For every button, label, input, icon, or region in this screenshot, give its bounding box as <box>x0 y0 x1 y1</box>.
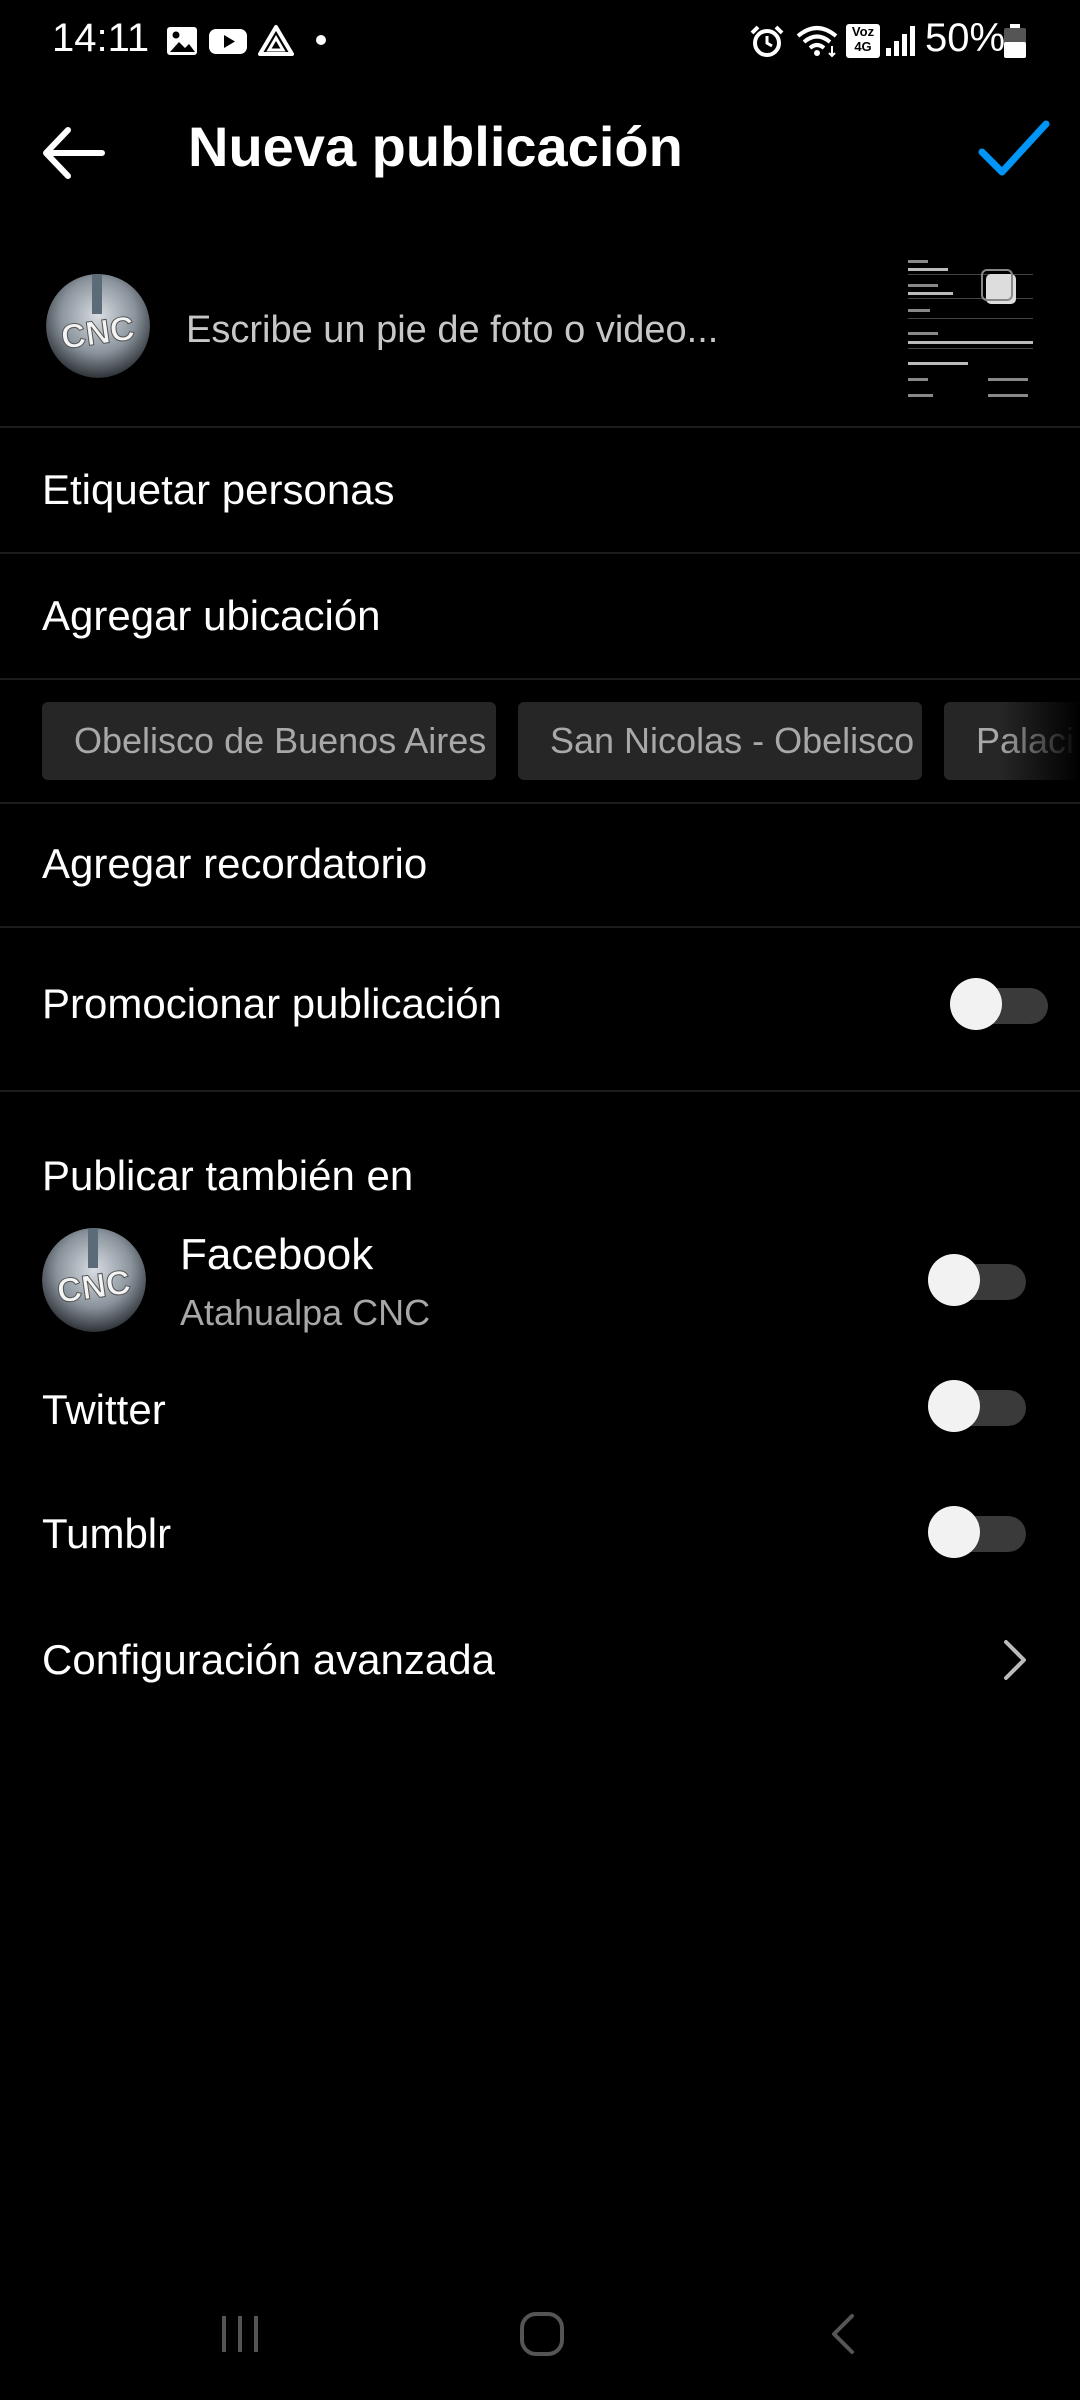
back-arrow-icon[interactable] <box>38 120 108 186</box>
promote-post-label: Promocionar publicación <box>42 980 502 1027</box>
tumblr-label: Tumblr <box>42 1510 172 1557</box>
location-chip[interactable]: Obelisco de Buenos Aires <box>42 702 496 780</box>
profile-avatar: CNC <box>46 274 150 378</box>
twitter-label: Twitter <box>42 1386 166 1433</box>
divider <box>0 426 1080 428</box>
gallery-icon <box>167 27 197 55</box>
battery-percentage: 50% <box>925 16 1006 60</box>
promote-toggle[interactable] <box>950 978 1048 1030</box>
post-thumbnail[interactable] <box>898 254 1038 398</box>
location-chip[interactable]: San Nicolas - Obelisco <box>518 702 922 780</box>
divider <box>0 552 1080 554</box>
share-section-title: Publicar también en <box>42 1152 414 1199</box>
volte-text: Voz <box>851 24 875 39</box>
wifi-icon <box>796 26 838 58</box>
network-type-text: 4G <box>854 39 872 54</box>
home-icon[interactable] <box>518 2310 566 2358</box>
chevron-right-icon[interactable] <box>998 1638 1030 1682</box>
battery-icon <box>1004 24 1026 58</box>
share-check-icon[interactable] <box>978 118 1050 182</box>
advanced-settings-item[interactable]: Configuración avanzada <box>42 1636 495 1684</box>
facebook-account-name: Atahualpa CNC <box>180 1292 431 1333</box>
tag-people-item[interactable]: Etiquetar personas <box>42 466 395 514</box>
alarm-icon <box>750 25 784 57</box>
youtube-icon <box>209 29 247 54</box>
divider <box>0 1090 1080 1092</box>
chip-fade <box>1000 702 1080 780</box>
signal-icon <box>886 26 915 56</box>
drive-icon <box>258 25 294 56</box>
tumblr-toggle[interactable] <box>928 1506 1026 1558</box>
facebook-page-avatar: CNC <box>42 1228 146 1332</box>
status-time: 14:11 <box>52 16 150 60</box>
add-reminder-item[interactable]: Agregar recordatorio <box>42 840 427 888</box>
dot-icon <box>316 35 326 45</box>
volte-4g-icon: Voz 4G <box>846 24 880 58</box>
facebook-toggle[interactable] <box>928 1254 1026 1306</box>
twitter-toggle[interactable] <box>928 1380 1026 1432</box>
caption-input[interactable] <box>186 300 886 360</box>
add-location-item[interactable]: Agregar ubicación <box>42 592 381 640</box>
facebook-label: Facebook <box>180 1230 374 1279</box>
page-title: Nueva publicación <box>188 115 683 178</box>
recent-apps-icon[interactable] <box>218 2310 264 2358</box>
divider <box>0 802 1080 804</box>
back-nav-icon[interactable] <box>826 2310 860 2358</box>
divider <box>0 926 1080 928</box>
divider <box>0 678 1080 680</box>
